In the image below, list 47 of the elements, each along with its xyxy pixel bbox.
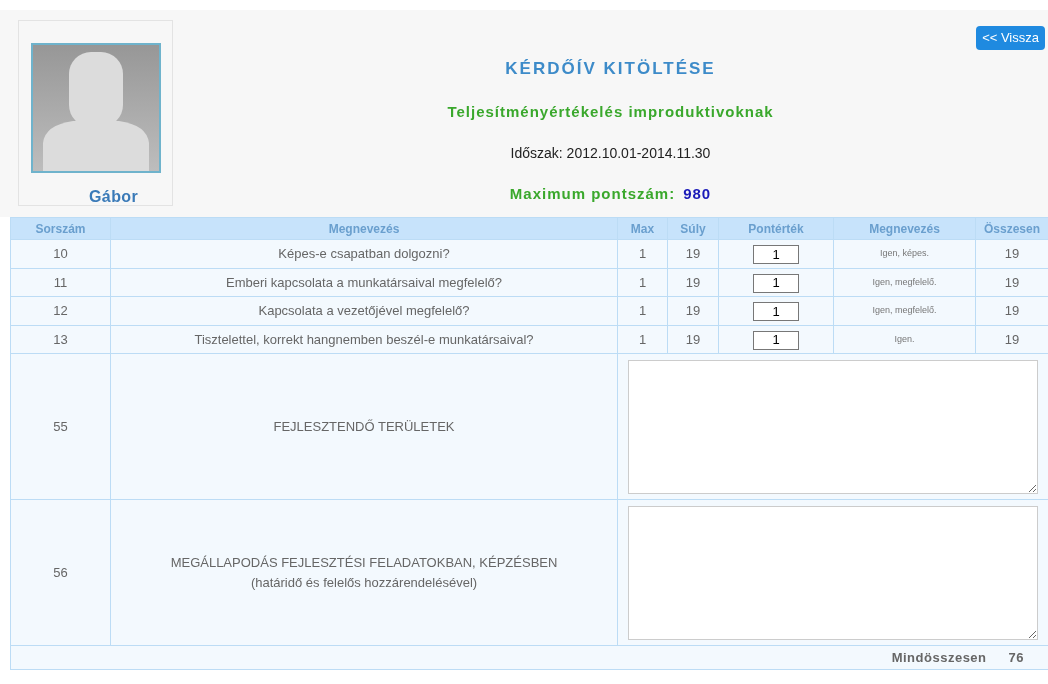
back-button[interactable]: << Vissza [976,26,1045,50]
table-cell: Igen, képes. [833,239,976,268]
table-cell: 1 [617,239,668,268]
table-cell: Igen, megfelelő. [833,296,976,325]
table-cell: Igen, megfelelő. [833,268,976,297]
table-cell: 19 [667,296,719,325]
user-name: Gábor [89,187,140,207]
column-header: Összesen [975,217,1048,240]
table-cell: 19 [667,239,719,268]
table-cell: 1 [617,325,668,354]
question-note: (határidő és felelős hozzárendelésével) [250,573,478,592]
text-area[interactable] [628,359,1038,494]
score-input[interactable]: 1 [753,302,799,321]
table-cell: Emberi kapcsolata a munkatársaival megfelelő? [110,268,618,297]
table-cell: 19 [667,325,719,354]
table-cell: Tisztelettel, korrekt hangnemben beszél-e munkatársaival? [110,325,618,354]
table-cell: 10 [10,239,111,268]
score-input[interactable]: 1 [753,273,799,293]
score-input[interactable]: 1 [753,245,799,264]
score-input[interactable]: 1 [753,330,799,350]
max-score-label: Maximum pontszám: [509,184,676,204]
subtitle: Teljesítményértékelés improduktivoknak [447,101,774,122]
column-header: Max [617,217,668,240]
table-cell: 12 [10,296,111,325]
column-header: Megnevezés [110,217,618,240]
table-cell: Kapcsolata a vezetőjével megfelelő? [110,296,618,325]
table-cell: 1 [617,296,668,325]
grand-total-value: 76 [1008,648,1024,667]
page-title: KÉRDŐÍV KITÖLTÉSE [505,58,716,80]
table-cell: 11 [10,268,111,297]
column-header: Súly [667,217,719,240]
table-cell: 19 [667,268,719,297]
table-cell: 56 [10,499,111,646]
table-cell: 1 [617,268,668,297]
table-cell: Képes-e csapatban dolgozni? [110,239,618,268]
text-area[interactable] [628,505,1038,640]
column-header: Pontérték [718,217,834,240]
question-text: MEGÁLLAPODÁS FEJLESZTÉSI FELADATOKBAN, KÉPZÉSBEN [170,554,558,572]
table-cell: 55 [10,353,111,500]
grand-total-label: Mindösszesen [891,648,987,667]
table-cell: Igen. [833,325,976,354]
question-text: FEJLESZTENDŐ TERÜLETEK [273,417,455,436]
period-text: Időszak: 2012.10.01-2014.11.30 [510,144,711,163]
column-header: Sorszám [10,217,111,240]
column-header: Megnevezés [833,217,976,240]
max-score-value: 980 [683,184,712,204]
table-cell: 13 [10,325,111,354]
